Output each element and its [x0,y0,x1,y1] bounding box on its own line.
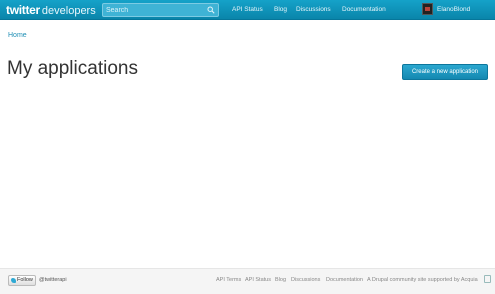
search-input[interactable] [103,4,203,16]
twitter-handle[interactable]: @twitterapi [39,277,67,283]
brand-twitter: twitter [6,3,40,17]
footer-link-api-terms[interactable]: API Terms [216,277,241,283]
search-box [102,3,219,17]
user-avatar[interactable] [422,3,433,15]
footer-link-discussions[interactable]: Discussions [291,277,320,283]
create-application-button[interactable]: Create a new application [402,64,488,80]
nav-documentation[interactable]: Documentation [342,6,386,13]
footer-link-api-status[interactable]: API Status [245,277,271,283]
nav-blog[interactable]: Blog [274,6,287,13]
footer-tagline: A Drupal community site supported by Acq… [367,277,478,283]
follow-label: Follow [17,277,33,283]
nav-discussions[interactable]: Discussions [296,6,331,13]
twitter-developers-logo[interactable]: twitter developers [6,3,96,17]
top-nav-bar: twitter developers API Status Blog Discu… [0,0,495,20]
search-icon[interactable] [207,6,215,14]
user-name[interactable]: ElanoBlond [437,6,470,13]
follow-button[interactable]: Follow [8,275,36,286]
acquia-logo[interactable] [484,275,491,283]
brand-developers: developers [41,5,96,17]
twitter-bird-icon [11,278,16,283]
footer-link-blog[interactable]: Blog [275,277,286,283]
nav-api-status[interactable]: API Status [232,6,263,13]
page-title: My applications [7,58,138,79]
breadcrumb-home[interactable]: Home [8,32,27,39]
footer-link-documentation[interactable]: Documentation [326,277,363,283]
